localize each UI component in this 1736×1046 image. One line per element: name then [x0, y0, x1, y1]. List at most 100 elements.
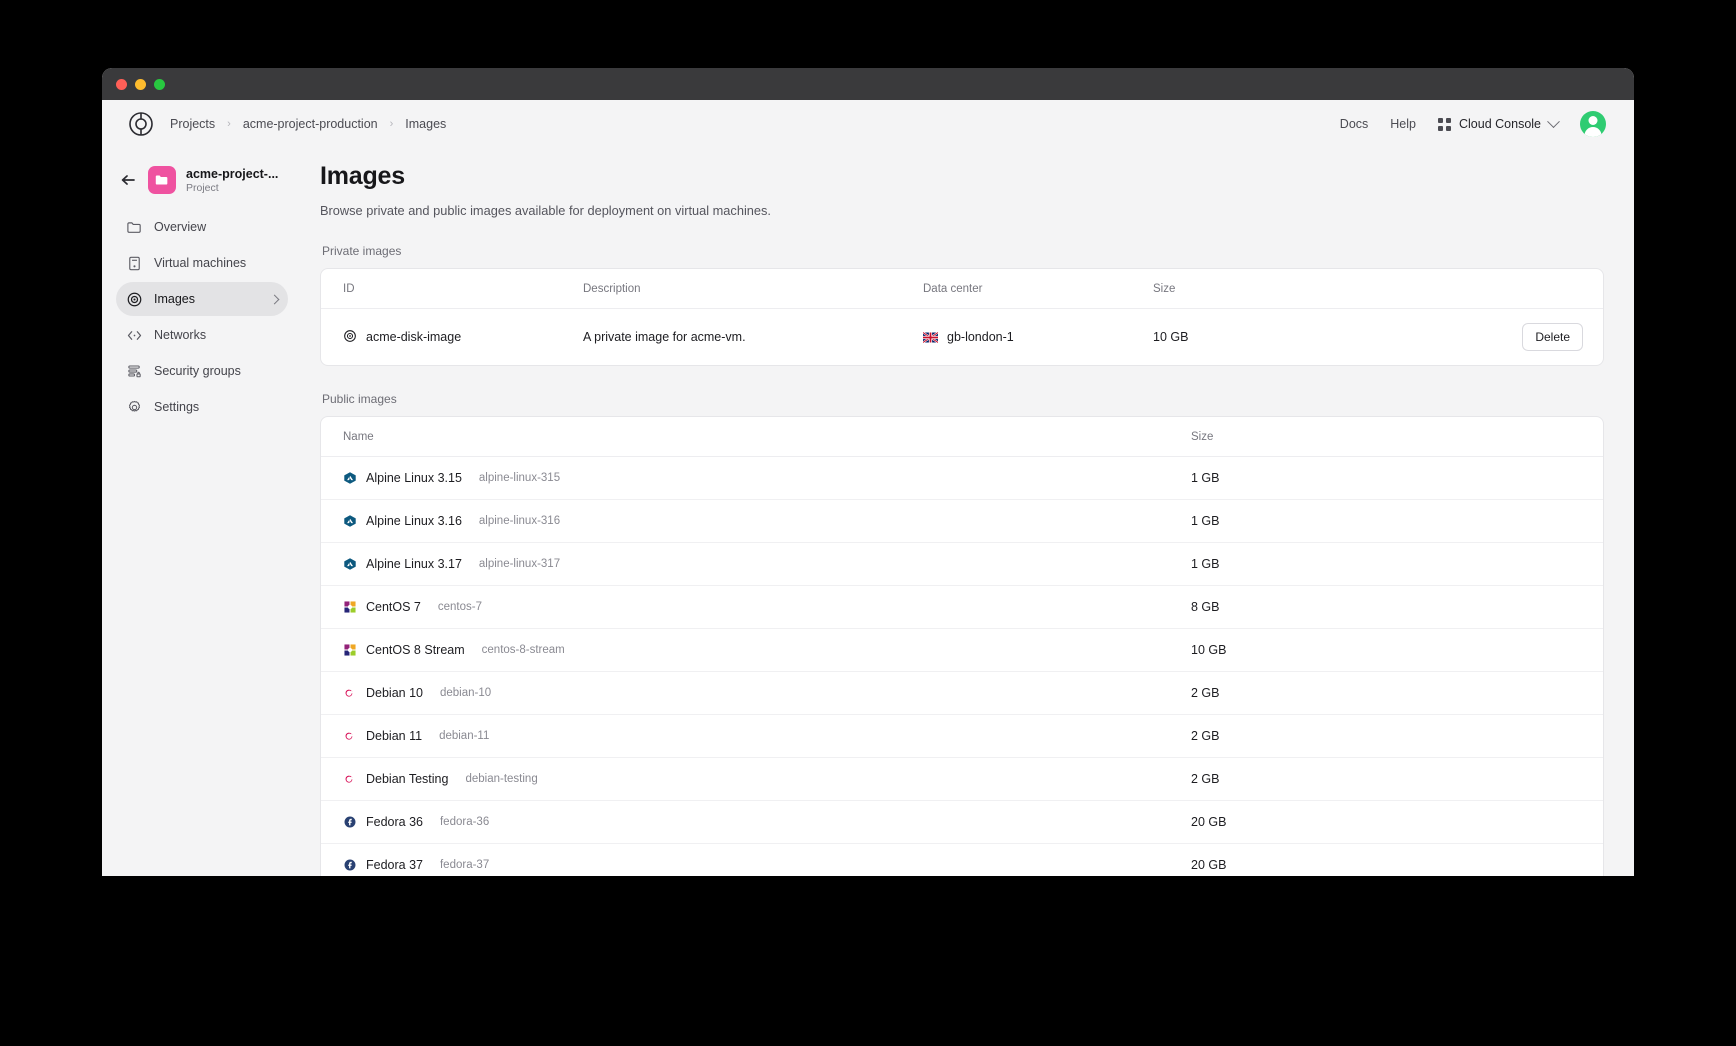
sidebar-item-networks[interactable]: Networks: [116, 318, 288, 352]
cell-name: Debian Testing debian-testing: [321, 757, 1191, 801]
image-slug: alpine-linux-315: [478, 472, 561, 484]
table-row[interactable]: Alpine Linux 3.16 alpine-linux-316 1 GB: [321, 499, 1603, 543]
image-slug: centos-8-stream: [481, 644, 565, 656]
image-name: Fedora 37: [366, 858, 423, 872]
table-row[interactable]: acme-disk-image A private image for acme…: [321, 309, 1603, 366]
user-avatar[interactable]: [1580, 111, 1606, 137]
cell-size: 10 GB: [1153, 330, 1189, 344]
sidebar-item-label: Images: [154, 292, 195, 306]
cell-size: 10 GB: [1191, 628, 1603, 672]
help-link[interactable]: Help: [1390, 117, 1416, 131]
table-row[interactable]: Debian 11 debian-11 2 GB: [321, 714, 1603, 758]
sidebar-item-virtual-machines[interactable]: Virtual machines: [116, 246, 288, 280]
image-slug: alpine-linux-317: [478, 558, 561, 570]
app-body: Projects › acme-project-production › Ima…: [102, 100, 1634, 876]
column-header-description: Description: [583, 269, 923, 309]
private-images-card: ID Description Data center Size acme-dis…: [320, 268, 1604, 366]
breadcrumb-separator-icon: ›: [389, 118, 394, 130]
back-arrow-icon[interactable]: [118, 170, 138, 190]
alpine-icon: [343, 471, 357, 485]
cell-size: 1 GB: [1191, 542, 1603, 586]
image-name: CentOS 7: [366, 600, 421, 614]
column-header-size: Size: [1153, 269, 1403, 309]
sidebar-item-settings[interactable]: Settings: [116, 390, 288, 424]
sidebar-item-security-groups[interactable]: Security groups: [116, 354, 288, 388]
public-images-body: Alpine Linux 3.15 alpine-linux-315 1 GB Alp…: [321, 456, 1603, 876]
minimize-window-button[interactable]: [135, 78, 146, 90]
cloud-console-switcher[interactable]: Cloud Console: [1438, 114, 1560, 131]
cell-name: Fedora 37 fedora-37: [321, 843, 1191, 876]
cell-name: CentOS 8 Stream centos-8-stream: [321, 628, 1191, 672]
fedora-icon: [343, 858, 357, 872]
main-content: Images Browse private and public images …: [302, 148, 1634, 876]
centos-icon: [343, 600, 357, 614]
cell-name: Fedora 36 fedora-36: [321, 800, 1191, 844]
table-header-row: Name Size: [321, 417, 1603, 457]
cell-size: 20 GB: [1191, 800, 1603, 844]
maximize-window-button[interactable]: [154, 78, 165, 90]
cell-name: Debian 11 debian-11: [321, 714, 1191, 758]
column-header-size: Size: [1191, 417, 1603, 457]
breadcrumb-item-project[interactable]: acme-project-production: [243, 117, 378, 131]
cell-id: acme-disk-image: [321, 309, 583, 366]
gb-flag-icon: [922, 331, 939, 343]
cloud-console-label: Cloud Console: [1459, 117, 1541, 131]
image-name: Alpine Linux 3.16: [366, 514, 462, 528]
image-slug: alpine-linux-316: [478, 515, 561, 527]
table-header-row: ID Description Data center Size: [321, 269, 1603, 309]
sidebar-item-overview[interactable]: Overview: [116, 210, 288, 244]
image-slug: fedora-37: [439, 859, 490, 871]
breadcrumb-separator-icon: ›: [227, 118, 231, 130]
disc-icon: [343, 329, 357, 346]
image-name: Alpine Linux 3.17: [366, 557, 462, 571]
cell-size: 8 GB: [1191, 585, 1603, 629]
breadcrumb-item-images[interactable]: Images: [405, 117, 446, 131]
cell-size: 1 GB: [1191, 456, 1603, 500]
image-name: Debian 11: [366, 729, 423, 743]
cell-name: Alpine Linux 3.15 alpine-linux-315: [321, 456, 1191, 500]
breadcrumb: Projects › acme-project-production › Ima…: [170, 117, 446, 131]
centos-icon: [343, 643, 357, 657]
table-row[interactable]: Fedora 37 fedora-37 20 GB: [321, 843, 1603, 876]
breadcrumb-item-projects[interactable]: Projects: [170, 117, 215, 131]
cell-description: A private image for acme-vm.: [583, 330, 746, 344]
delete-button[interactable]: Delete: [1522, 323, 1583, 351]
cell-name: Alpine Linux 3.16 alpine-linux-316: [321, 499, 1191, 543]
top-header: Projects › acme-project-production › Ima…: [102, 100, 1634, 148]
table-row[interactable]: Debian 10 debian-10 2 GB: [321, 671, 1603, 715]
sidebar-item-label: Security groups: [154, 364, 241, 378]
close-window-button[interactable]: [116, 78, 127, 90]
table-row[interactable]: Alpine Linux 3.15 alpine-linux-315 1 GB: [321, 456, 1603, 500]
page-subtitle: Browse private and public images availab…: [320, 203, 771, 218]
disc-icon: [126, 291, 143, 308]
cell-actions: Delete: [1403, 309, 1603, 366]
window-titlebar: [102, 68, 1634, 100]
header-actions: Docs Help Cloud Console: [1340, 111, 1606, 137]
public-images-label: Public images: [322, 392, 397, 406]
sidebar-item-images[interactable]: Images: [116, 282, 288, 316]
sidebar-item-label: Networks: [154, 328, 207, 342]
table-row[interactable]: Debian Testing debian-testing 2 GB: [321, 757, 1603, 801]
cell-size: 2 GB: [1191, 714, 1603, 758]
fedora-icon: [343, 815, 357, 829]
column-header-data-center: Data center: [923, 269, 1153, 309]
image-name: Fedora 36: [366, 815, 423, 829]
sidebar-nav: Overview Virtual machines Images Network…: [116, 210, 288, 424]
table-row[interactable]: Fedora 36 fedora-36 20 GB: [321, 800, 1603, 844]
docs-link[interactable]: Docs: [1340, 117, 1368, 131]
cell-size: 2 GB: [1191, 757, 1603, 801]
main-split: acme-project-... Project Overview Virtua…: [102, 148, 1634, 876]
private-images-table: ID Description Data center Size acme-dis…: [321, 269, 1603, 365]
grid-icon: [1438, 117, 1451, 131]
network-icon: [126, 327, 143, 344]
image-name: Alpine Linux 3.15: [366, 471, 462, 485]
sidebar-item-label: Settings: [154, 400, 200, 414]
server-icon: [126, 255, 143, 272]
table-row[interactable]: CentOS 7 centos-7 8 GB: [321, 585, 1603, 629]
browser-window: Projects › acme-project-production › Ima…: [102, 68, 1634, 876]
cloud-logo-icon[interactable]: [128, 111, 154, 137]
table-row[interactable]: Alpine Linux 3.17 alpine-linux-317 1 GB: [321, 542, 1603, 586]
table-row[interactable]: CentOS 8 Stream centos-8-stream 10 GB: [321, 628, 1603, 672]
image-slug: debian-10: [440, 687, 492, 699]
cell-size: 1 GB: [1191, 499, 1603, 543]
